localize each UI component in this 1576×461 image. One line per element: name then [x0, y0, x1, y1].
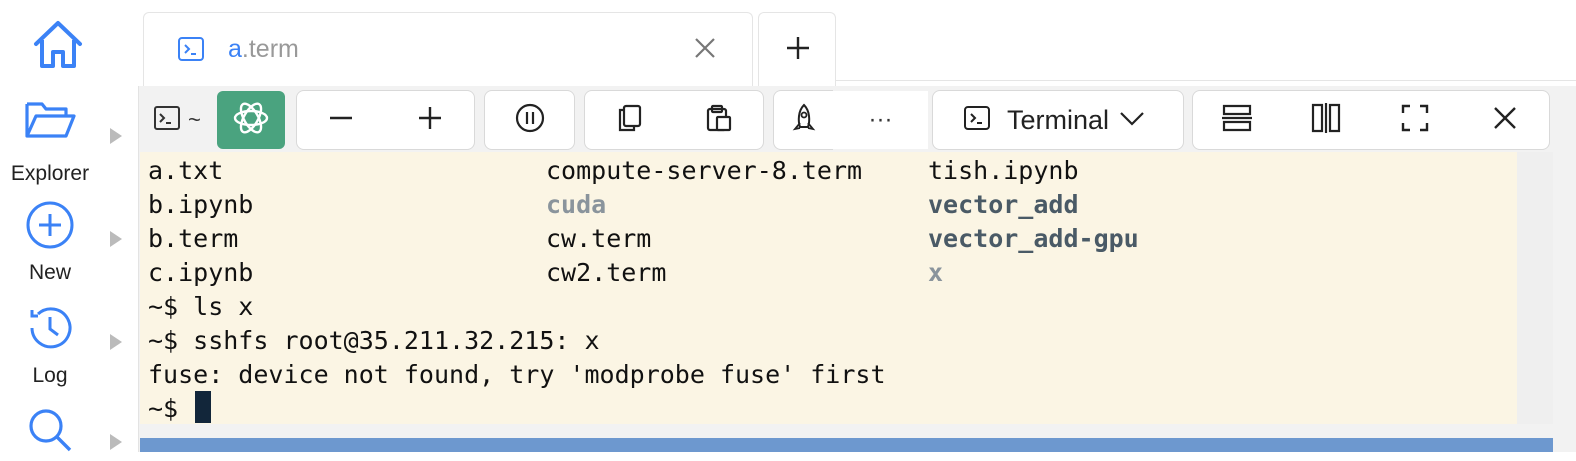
terminal-line: fuse: device not found, try 'modprobe fu… — [148, 360, 886, 389]
sidebar-item-label: Explorer — [10, 162, 90, 185]
listing-cell: cuda — [546, 190, 607, 219]
plus-icon — [784, 34, 812, 67]
rocket-icon — [790, 103, 818, 138]
copy-icon — [615, 103, 645, 138]
expand-arrow-icon[interactable] — [110, 231, 122, 247]
split-horizontal-icon — [1221, 103, 1253, 138]
listing-cell: c.ipynb — [148, 258, 254, 287]
listing-cell: tish.ipynb — [928, 156, 1079, 185]
close-icon — [1492, 105, 1518, 136]
expand-arrow-icon[interactable] — [110, 434, 122, 450]
terminal-scrollbar[interactable] — [1517, 152, 1553, 424]
zoom-in-button[interactable] — [385, 90, 475, 150]
history-icon — [0, 302, 100, 356]
close-frame-button[interactable] — [1460, 90, 1550, 150]
sidebar-item-explorer[interactable]: Explorer — [0, 98, 100, 186]
terminal-icon — [963, 104, 991, 137]
close-tab-icon[interactable] — [692, 35, 718, 66]
terminal-line: ~$ ls x — [148, 292, 254, 321]
chevron-down-icon — [1119, 108, 1145, 133]
home-icon[interactable] — [30, 16, 86, 72]
tab-bar-divider — [836, 80, 1576, 81]
pause-button[interactable] — [484, 90, 575, 150]
terminal-select-label: Terminal — [1007, 104, 1110, 135]
terminal-icon — [154, 105, 180, 136]
listing-cell: a.txt — [148, 156, 224, 185]
folder-open-icon — [0, 98, 100, 152]
chatgpt-button[interactable] — [217, 91, 285, 149]
listing-cell: vector_add-gpu — [928, 224, 1139, 253]
fullscreen-icon — [1400, 103, 1430, 138]
sidebar-item-search[interactable] — [0, 404, 100, 458]
listing-cell: cw.term — [546, 224, 652, 253]
terminal-icon — [177, 35, 205, 68]
plus-circle-icon — [0, 199, 100, 253]
tab-a-term[interactable]: a.term — [143, 12, 753, 86]
paste-button[interactable] — [674, 90, 764, 150]
expand-arrow-icon[interactable] — [110, 334, 122, 350]
sidebar-item-log[interactable]: Log — [0, 302, 100, 388]
pause-icon — [515, 103, 545, 138]
plus-icon — [416, 104, 444, 137]
listing-cell: b.term — [148, 224, 239, 253]
copy-button[interactable] — [584, 90, 675, 150]
prompt-indicator[interactable]: ~ — [146, 96, 214, 144]
prompt-label: ~ — [188, 107, 201, 132]
listing-cell: vector_add — [928, 190, 1079, 219]
terminal-bottom-padding — [140, 424, 1553, 438]
sidebar: Explorer New Log — [0, 86, 139, 452]
tab-title: a.term — [228, 35, 299, 63]
status-bar — [140, 438, 1553, 452]
terminal-output[interactable]: a.txt compute-server-8.term tish.ipynb b… — [140, 152, 1517, 424]
split-vertical-icon — [1310, 102, 1342, 138]
expand-arrow-icon[interactable] — [110, 128, 122, 144]
listing-cell: compute-server-8.term — [546, 156, 863, 185]
minus-icon — [327, 104, 355, 137]
clipboard-icon — [704, 103, 734, 138]
fullscreen-button[interactable] — [1370, 90, 1461, 150]
split-vertical-button[interactable] — [1281, 90, 1371, 150]
sidebar-item-new[interactable]: New — [0, 199, 100, 285]
search-icon — [0, 404, 100, 458]
terminal-cursor — [195, 391, 211, 423]
zoom-out-button[interactable] — [296, 90, 386, 150]
chatgpt-icon — [230, 97, 272, 144]
sidebar-item-label: New — [28, 261, 71, 284]
split-horizontal-button[interactable] — [1192, 90, 1282, 150]
listing-cell: x — [928, 258, 944, 287]
sidebar-item-label: Log — [32, 364, 68, 387]
new-tab-button[interactable] — [758, 12, 836, 86]
listing-cell: cw2.term — [546, 258, 667, 287]
terminal-line: ~$ sshfs root@35.211.32.215: x — [148, 326, 600, 355]
terminal-prompt-line: ~$ — [148, 394, 194, 423]
launch-button[interactable] — [773, 90, 833, 150]
listing-cell: b.ipynb — [148, 190, 254, 219]
terminal-select[interactable]: Terminal — [932, 90, 1184, 150]
more-menu-button[interactable]: ··· — [833, 91, 928, 149]
